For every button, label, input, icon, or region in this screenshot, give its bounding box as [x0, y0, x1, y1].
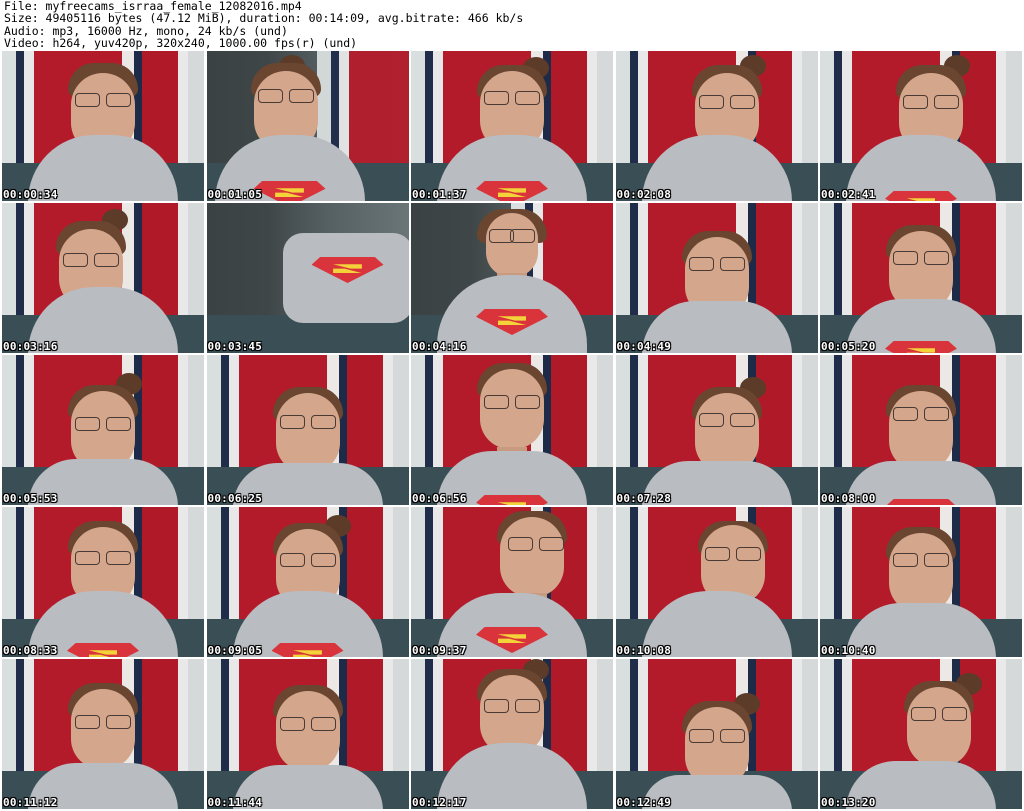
thumbnail-timestamp: 00:09:05	[207, 644, 263, 657]
thumbnail-timestamp: 00:13:20	[821, 796, 876, 809]
thumbnail-timestamp: 00:06:25	[207, 492, 263, 505]
video-thumbnail[interactable]: 00:04:16	[411, 203, 613, 353]
thumbnail-timestamp: 00:03:16	[3, 340, 58, 353]
video-thumbnail[interactable]: 00:05:20	[820, 203, 1022, 353]
thumbnail-timestamp: 00:12:49	[616, 796, 672, 809]
video-thumbnail[interactable]: 00:13:20	[820, 659, 1022, 809]
video-thumbnail[interactable]: 00:06:25	[206, 355, 409, 505]
video-thumbnail[interactable]: 00:08:33	[2, 507, 204, 657]
thumbnail-grid: 00:00:34 00:01:05 00:01:37 00:02:08 00:0…	[2, 51, 1022, 811]
thumbnail-timestamp: 00:05:53	[3, 492, 58, 505]
video-thumbnail[interactable]: 00:12:49	[615, 659, 818, 809]
file-size-line: Size: 49405116 bytes (47.12 MiB), durati…	[4, 11, 524, 26]
video-thumbnail[interactable]: 00:07:28	[615, 355, 818, 505]
thumbnail-timestamp: 00:11:12	[3, 796, 58, 809]
video-thumbnail[interactable]: 00:06:56	[411, 355, 613, 505]
thumbnail-timestamp: 00:06:56	[412, 492, 467, 505]
video-thumbnail[interactable]: 00:11:44	[206, 659, 409, 809]
thumbnail-timestamp: 00:02:41	[821, 188, 876, 201]
video-thumbnail[interactable]: 00:01:05	[206, 51, 409, 201]
video-thumbnail[interactable]: 00:04:49	[615, 203, 818, 353]
thumbnail-timestamp: 00:04:49	[616, 340, 672, 353]
thumbnail-timestamp: 00:08:00	[821, 492, 876, 505]
thumbnail-timestamp: 00:02:08	[616, 188, 672, 201]
thumbnail-timestamp: 00:07:28	[616, 492, 672, 505]
video-thumbnail[interactable]: 00:02:08	[615, 51, 818, 201]
thumbnail-timestamp: 00:03:45	[207, 340, 263, 353]
video-thumbnail[interactable]: 00:03:45	[206, 203, 409, 353]
video-thumbnail[interactable]: 00:09:05	[206, 507, 409, 657]
thumbnail-timestamp: 00:04:16	[412, 340, 467, 353]
video-thumbnail[interactable]: 00:12:17	[411, 659, 613, 809]
thumbnail-timestamp: 00:01:05	[207, 188, 263, 201]
video-thumbnail[interactable]: 00:05:53	[2, 355, 204, 505]
file-info-header: File: myfreecams_isrraa_female_12082016.…	[4, 0, 1020, 50]
video-thumbnail[interactable]: 00:09:37	[411, 507, 613, 657]
thumbnail-timestamp: 00:09:37	[412, 644, 467, 657]
video-thumbnail[interactable]: 00:10:08	[615, 507, 818, 657]
thumbnail-timestamp: 00:05:20	[821, 340, 876, 353]
video-thumbnail[interactable]: 00:01:37	[411, 51, 613, 201]
video-thumbnail[interactable]: 00:11:12	[2, 659, 204, 809]
thumbnail-timestamp: 00:10:08	[616, 644, 672, 657]
video-info-line: Video: h264, yuv420p, 320x240, 1000.00 f…	[4, 36, 358, 51]
thumbnail-timestamp: 00:01:37	[412, 188, 467, 201]
video-thumbnail[interactable]: 00:02:41	[820, 51, 1022, 201]
thumbnail-timestamp: 00:00:34	[3, 188, 58, 201]
video-thumbnail[interactable]: 00:10:40	[820, 507, 1022, 657]
video-thumbnail[interactable]: 00:00:34	[2, 51, 204, 201]
thumbnail-timestamp: 00:10:40	[821, 644, 876, 657]
thumbnail-timestamp: 00:12:17	[412, 796, 467, 809]
thumbnail-timestamp: 00:11:44	[207, 796, 263, 809]
thumbnail-timestamp: 00:08:33	[3, 644, 58, 657]
video-thumbnail[interactable]: 00:08:00	[820, 355, 1022, 505]
video-thumbnail[interactable]: 00:03:16	[2, 203, 204, 353]
